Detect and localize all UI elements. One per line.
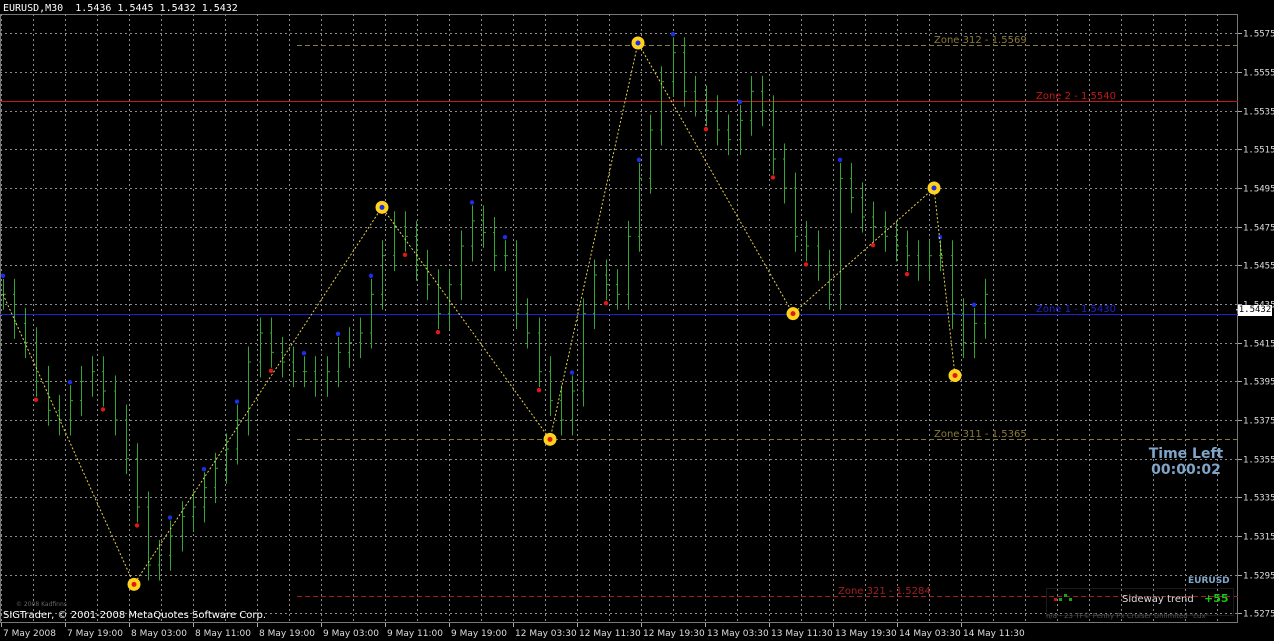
up-signal-dot [670,32,676,37]
x-tick-label: 8 May 03:00 [131,629,187,639]
up-signal-dot [0,273,6,279]
zone-label: Zone 312 - 1.5569 [934,34,1027,46]
down-signal-dot [803,262,809,267]
symbol-period: EURUSD,M30 [3,3,64,14]
pivot-marker-core [635,40,641,46]
x-tick-label: 12 May 03:30 [515,629,577,639]
pivot-marker-core [547,436,553,442]
x-tick-label: 12 May 11:30 [579,629,641,639]
zone-label: Zone 311 - 1.5365 [934,428,1027,440]
down-signal-dot [435,329,441,335]
up-signal-dot [368,273,374,279]
up-signal-dot [502,235,508,240]
zone-label: Zone 321 - 1.5284 [838,585,931,597]
y-tick-label: 1.5475 [1243,224,1274,234]
x-tick-label: 8 May 19:00 [259,629,315,639]
up-signal-dot [201,467,207,472]
y-tick-label: 1.5295 [1243,572,1274,582]
y-tick-label: 1.5535 [1243,108,1274,118]
y-tick-label: 1.5575 [1243,30,1274,40]
pivot-marker-core [131,581,137,587]
down-signal-dot [268,368,274,373]
y-tick-label: 1.5555 [1243,69,1274,79]
pivot-marker-core [379,204,385,210]
down-signal-dot [603,300,609,306]
down-signal-dot [402,252,408,257]
down-signal-dot [134,523,140,528]
trend-panel-symbol: EURUSD [1188,576,1230,586]
down-signal-dot [870,242,876,248]
down-signal-dot [904,271,910,277]
current-price-tag: 1.5432 [1238,305,1272,316]
y-tick-label: 1.5415 [1243,340,1274,350]
pivot-marker-core [952,373,958,379]
pivot-marker-core [790,311,796,317]
chart-header: EURUSD,M30 1.5436 1.5445 1.5432 1.5432 [3,3,238,14]
x-tick-label: 13 May 03:30 [707,629,769,639]
zigzag-line [2,41,956,586]
x-tick-label: 14 May 11:30 [963,629,1025,639]
zone-label: Zone 1 - 1.5430 [1036,303,1116,315]
y-tick-label: 1.5495 [1243,185,1274,195]
x-tick-label: 14 May 03:30 [899,629,961,639]
x-tick-label: 7 May 2008 [3,629,56,639]
x-tick-label: 9 May 11:00 [387,629,443,639]
x-tick-label: 9 May 19:00 [451,629,507,639]
y-tick-label: 1.5355 [1243,456,1274,466]
ohlc-values: 1.5436 1.5445 1.5432 1.5432 [75,3,238,14]
x-tick-label: 8 May 11:00 [195,629,251,639]
x-tick-label: 12 May 19:30 [643,629,705,639]
up-signal-dot [335,331,341,337]
up-signal-dot [469,200,475,205]
x-tick-label: 13 May 19:30 [835,629,897,639]
y-tick-label: 1.5395 [1243,378,1274,388]
y-tick-label: 1.5455 [1243,262,1274,272]
y-tick-label: 1.5515 [1243,146,1274,156]
copyright-text: SIGTrader, © 2001-2008 MetaQuotes Softwa… [3,610,267,621]
up-signal-dot [971,302,977,308]
up-signal-dot [234,399,240,404]
up-signal-dot [636,157,642,163]
chart-frame [0,14,1238,623]
pivot-marker-core [931,185,937,191]
y-tick-label: 1.5315 [1243,533,1274,543]
x-tick-label: 7 May 19:00 [67,629,123,639]
down-signal-dot [536,387,542,393]
x-tick-label: 9 May 03:00 [323,629,379,639]
y-tick-label: 1.5335 [1243,494,1274,504]
up-signal-dot [301,351,307,356]
time-left-value: 00:00:02 [1151,462,1221,478]
down-signal-dot [33,397,39,402]
y-tick-label: 1.5375 [1243,417,1274,427]
trend-panel-text: Sideway trend [1122,594,1194,605]
zone-label: Zone 2 - 1.5540 [1036,90,1116,102]
up-signal-dot [837,157,843,163]
time-left-panel: Time Left 00:00:02 [1140,446,1232,478]
down-signal-dot [703,126,709,132]
small-logo-text: © 2008 Kadfinns [16,601,67,608]
up-signal-dot [67,380,73,385]
trend-panel-subtitle: n/a - 23 TF© Penny Px Cruiser Unlimited … [1046,612,1209,620]
up-signal-dot [167,515,173,520]
chart-window[interactable]: 1.5575 1.5555 1.5535 1.5515 1.5495 1.5475 1.54… [0,0,1274,641]
up-signal-dot [569,370,575,375]
down-signal-dot [100,407,106,412]
time-left-title: Time Left [1148,446,1224,462]
up-signal-dot [737,99,743,105]
x-tick-label: 13 May 11:30 [771,629,833,639]
y-tick-label: 1.5275 [1243,610,1274,620]
trend-panel-score: +55 [1204,592,1229,605]
down-signal-dot [770,175,776,180]
